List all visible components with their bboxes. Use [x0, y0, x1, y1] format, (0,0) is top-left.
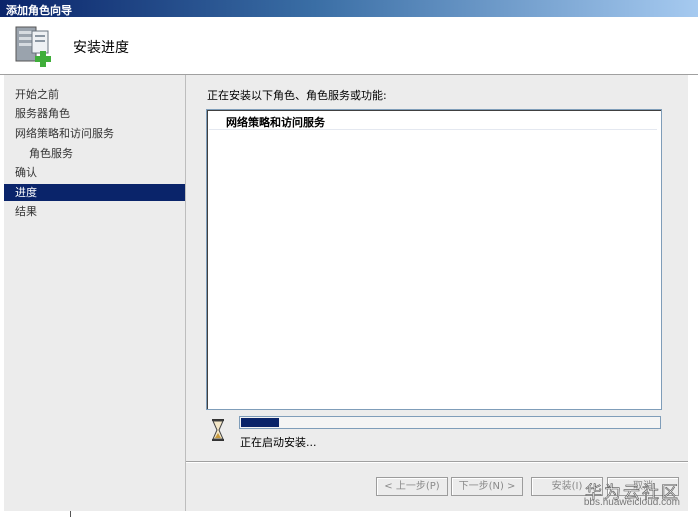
install-status-text: 正在启动安装... [240, 436, 317, 449]
watermark: 华为云社区 bbs.huaweicloud.com [578, 478, 690, 512]
nav-item-results[interactable]: 结果 [4, 203, 185, 220]
server-role-add-icon [15, 26, 51, 67]
nav-item-role-services[interactable]: 角色服务 [4, 145, 185, 162]
wizard-nav-pane: 开始之前 服务器角色 网络策略和访问服务 角色服务 确认 进度 结果 [4, 75, 186, 511]
install-progress-bar [239, 416, 661, 429]
wizard-header: 安装进度 [0, 17, 698, 75]
watermark-url: bbs.huaweicloud.com [583, 497, 680, 508]
wizard-content-pane: 正在安装以下角色、角色服务或功能: 网络策略和访问服务 正在启动安装... < … [186, 75, 688, 511]
list-item: 网络策略和访问服务 [226, 116, 325, 129]
nav-item-before-you-begin[interactable]: 开始之前 [4, 86, 185, 103]
cursor-mark [70, 511, 71, 517]
list-item-divider [209, 129, 657, 130]
progress-fill [241, 418, 279, 427]
nav-item-progress[interactable]: 进度 [4, 184, 185, 201]
hourglass-icon [212, 419, 224, 441]
button-divider [186, 461, 688, 463]
window-title: 添加角色向导 [6, 4, 72, 17]
next-button[interactable]: 下一步(N) > [451, 477, 523, 496]
installing-items-list[interactable]: 网络策略和访问服务 [206, 109, 662, 410]
previous-button[interactable]: < 上一步(P) [376, 477, 448, 496]
install-intro-text: 正在安装以下角色、角色服务或功能: [207, 89, 387, 102]
page-heading: 安装进度 [73, 40, 129, 56]
nav-item-server-roles[interactable]: 服务器角色 [4, 105, 185, 122]
nav-item-confirmation[interactable]: 确认 [4, 164, 185, 181]
nav-item-npas[interactable]: 网络策略和访问服务 [4, 125, 185, 142]
title-bar: 添加角色向导 [0, 0, 698, 17]
